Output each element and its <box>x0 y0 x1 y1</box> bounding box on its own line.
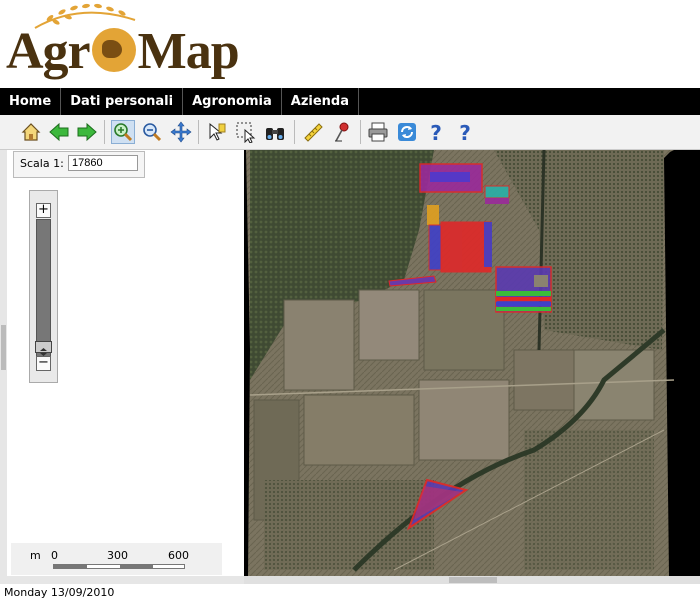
map-scrollbar[interactable] <box>244 576 700 584</box>
arrow-left-icon[interactable] <box>48 121 70 143</box>
scale-input[interactable] <box>68 155 138 171</box>
scale-bar: m 0 300 600 <box>11 543 222 575</box>
identify-icon[interactable] <box>206 121 228 143</box>
scale-box: Scala 1: <box>13 151 145 178</box>
pan-icon[interactable] <box>170 121 192 143</box>
logo-text: Agr Map <box>6 23 240 80</box>
agromap-logo: Agr Map <box>0 0 240 88</box>
main-menu: Home Dati personali Agronomia Azienda <box>0 88 700 115</box>
menu-dati-personali[interactable]: Dati personali <box>61 88 184 115</box>
print-icon[interactable] <box>367 121 389 143</box>
help-icon[interactable]: ? <box>425 121 447 143</box>
arrow-right-icon[interactable] <box>76 121 98 143</box>
zoom-minus-button[interactable]: − <box>36 356 51 371</box>
binoculars-icon[interactable] <box>264 121 286 143</box>
menu-azienda[interactable]: Azienda <box>282 88 359 115</box>
zoom-in-icon[interactable] <box>111 120 135 144</box>
scalebar-tick: 300 <box>107 549 128 562</box>
refresh-icon[interactable] <box>396 121 418 143</box>
zoom-plus-button[interactable]: + <box>36 203 51 218</box>
status-date: Monday 13/09/2010 <box>4 586 115 599</box>
menu-home[interactable]: Home <box>0 88 62 115</box>
scale-label: Scala 1: <box>20 157 64 170</box>
svg-text:?: ? <box>430 121 442 143</box>
measure-icon[interactable] <box>302 121 324 143</box>
pin-icon[interactable] <box>331 121 353 143</box>
select-icon[interactable] <box>235 121 257 143</box>
globe-icon <box>91 28 136 72</box>
zoom-slider: + − <box>29 190 58 383</box>
scalebar-tick: 0 <box>51 549 58 562</box>
scalebar-unit: m <box>30 549 41 562</box>
left-splitter[interactable] <box>0 150 7 576</box>
aerial-map <box>244 150 700 576</box>
scalebar-tick: 600 <box>168 549 189 562</box>
help-icon[interactable]: ? <box>454 121 476 143</box>
map-toolbar: ? ? <box>0 115 700 150</box>
menu-agronomia[interactable]: Agronomia <box>183 88 282 115</box>
svg-text:?: ? <box>459 121 471 143</box>
home-icon[interactable] <box>20 121 42 143</box>
map-view[interactable] <box>244 150 700 576</box>
zoom-out-icon[interactable] <box>141 121 163 143</box>
zoom-track[interactable] <box>36 219 51 357</box>
zoom-thumb[interactable] <box>35 341 52 356</box>
